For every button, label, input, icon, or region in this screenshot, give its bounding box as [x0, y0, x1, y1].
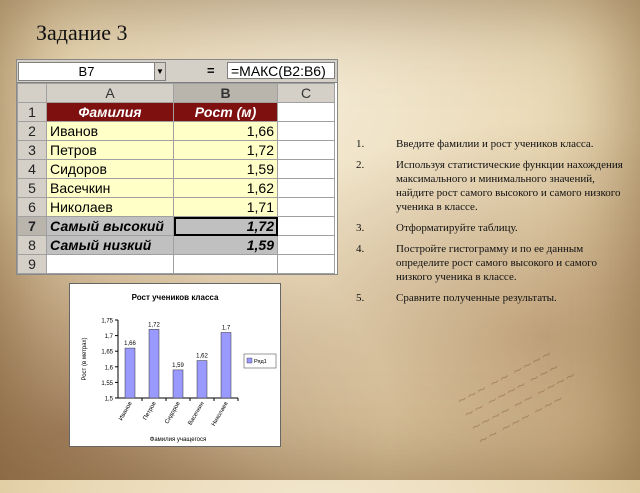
bar	[124, 347, 136, 399]
x-axis-label: Фамилия учащегося	[150, 437, 206, 443]
bar-data-label: 1,62	[196, 354, 208, 360]
row-header[interactable]: 6	[17, 197, 47, 217]
bar	[148, 329, 160, 399]
y-tick-label: 1,5	[105, 397, 114, 403]
slide-title: Задание 3	[36, 20, 128, 45]
cell-b9[interactable]	[173, 254, 278, 274]
name-box-dropdown-icon[interactable]: ▼	[154, 62, 166, 81]
cell-c1[interactable]	[277, 102, 335, 122]
task-text: Введите фамилии и рост учеников класса.	[396, 138, 594, 150]
x-tick-label: Иванов	[118, 401, 134, 422]
row-header[interactable]: 8	[17, 235, 47, 255]
y-tick-label: 1,75	[101, 319, 113, 325]
task-text: Отформатируйте таблицу.	[396, 222, 518, 234]
cell-c3[interactable]	[277, 140, 335, 160]
row-header[interactable]: 5	[17, 178, 47, 198]
x-tick-label: Сидоров	[164, 401, 181, 425]
x-tick-label: Васечкин	[188, 401, 206, 426]
cell-b8[interactable]: 1,59	[173, 235, 278, 255]
cell-a2[interactable]: Иванов	[46, 121, 174, 141]
task-number: 4.	[356, 243, 365, 255]
column-header-b[interactable]: B	[173, 83, 278, 103]
y-tick-label: 1,65	[101, 350, 113, 356]
y-tick-label: 1,55	[101, 381, 113, 387]
row-header[interactable]: 2	[17, 121, 47, 141]
decorative-script: ~~~ ~~ ~~~~ ~~ ~~~~ ~~~ ~~~~ ~~ ~~~~ ~~ ~~~…	[454, 346, 579, 450]
task-number: 3.	[356, 222, 365, 234]
cell-a5[interactable]: Васечкин	[46, 178, 174, 198]
cell-b3[interactable]: 1,72	[173, 140, 278, 160]
task-text: Используя статистические функции нахожде…	[396, 159, 623, 213]
legend-label: Ряд1	[254, 359, 267, 365]
bar	[220, 332, 232, 399]
row-header[interactable]: 1	[17, 102, 47, 122]
column-header-c[interactable]: C	[277, 83, 335, 103]
cell-c5[interactable]	[277, 178, 335, 198]
cell-b6[interactable]: 1,71	[173, 197, 278, 217]
spreadsheet: B7 ▼ = =МАКС(B2:B6) A B C 1 Фамилия Рост…	[16, 59, 338, 275]
bar-data-label: 1,72	[148, 322, 160, 328]
legend-swatch	[246, 357, 253, 364]
task-item: 3. Отформатируйте таблицу.	[356, 221, 626, 235]
cell-b2[interactable]: 1,66	[173, 121, 278, 141]
row-header[interactable]: 7	[17, 216, 47, 236]
cell-a6[interactable]: Николаев	[46, 197, 174, 217]
cell-b1[interactable]: Рост (м)	[173, 102, 278, 122]
cell-a9[interactable]	[46, 254, 174, 274]
task-number: 5.	[356, 292, 365, 304]
column-header-a[interactable]: A	[46, 83, 174, 103]
chart-svg: Рост учеников класса 1,75 1,7 1,65 1,6 1,55 1,…	[82, 293, 277, 443]
cell-a8[interactable]: Самый низкий	[46, 235, 174, 255]
row-header[interactable]: 4	[17, 159, 47, 179]
cell-a4[interactable]: Сидоров	[46, 159, 174, 179]
task-number: 2.	[356, 159, 365, 171]
formula-bar: B7 ▼ = =МАКС(B2:B6)	[17, 60, 337, 83]
cell-a7[interactable]: Самый высокий	[46, 216, 174, 236]
bar-data-label: 1,66	[124, 341, 136, 347]
cell-c2[interactable]	[277, 121, 335, 141]
cell-b7-selected[interactable]: 1,72	[173, 216, 278, 236]
corner-cell[interactable]	[17, 83, 47, 103]
cell-c4[interactable]	[277, 159, 335, 179]
cell-a3[interactable]: Петров	[46, 140, 174, 160]
task-item: 1. Введите фамилии и рост учеников класса…	[356, 137, 626, 151]
cell-grid: A B C 1 Фамилия Рост (м) 2 Иванов 1,66 3…	[17, 83, 335, 274]
bar	[196, 360, 208, 399]
cell-b4[interactable]: 1,59	[173, 159, 278, 179]
row-header[interactable]: 9	[17, 254, 47, 274]
bar-data-label: 1,59	[172, 363, 184, 369]
row-header[interactable]: 3	[17, 140, 47, 160]
y-axis-label: Рост (в метрах)	[82, 337, 88, 380]
name-box[interactable]: B7	[18, 62, 155, 81]
task-item: 2. Используя статистические функции нахож…	[356, 158, 626, 214]
bar	[172, 369, 184, 399]
task-item: 5. Сравните полученные результаты.	[356, 291, 626, 305]
y-tick-label: 1,6	[105, 365, 114, 371]
task-text: Сравните полученные результаты.	[396, 292, 557, 304]
chart-title: Рост учеников класса	[132, 293, 219, 302]
task-text: Постройте гистограмму и по ее данным опр…	[396, 243, 597, 283]
task-item: 4. Постройте гистограмму и по ее данным о…	[356, 242, 626, 284]
cell-c6[interactable]	[277, 197, 335, 217]
x-tick-label: Николаев	[211, 401, 230, 427]
x-tick-label: Петров	[143, 401, 158, 421]
cell-c7[interactable]	[277, 216, 335, 236]
cell-c9[interactable]	[277, 254, 335, 274]
bar-chart[interactable]: Рост учеников класса 1,75 1,7 1,65 1,6 1,55 1,…	[69, 283, 281, 447]
task-number: 1.	[356, 138, 365, 150]
cell-a1[interactable]: Фамилия	[46, 102, 174, 122]
task-list: 1. Введите фамилии и рост учеников класса…	[356, 137, 626, 312]
bar-data-label: 1,7	[222, 325, 231, 331]
cell-c8[interactable]	[277, 235, 335, 255]
y-tick-label: 1,7	[105, 334, 114, 340]
cell-b5[interactable]: 1,62	[173, 178, 278, 198]
formula-input[interactable]: =МАКС(B2:B6)	[227, 62, 335, 79]
equals-sign: =	[207, 63, 215, 78]
